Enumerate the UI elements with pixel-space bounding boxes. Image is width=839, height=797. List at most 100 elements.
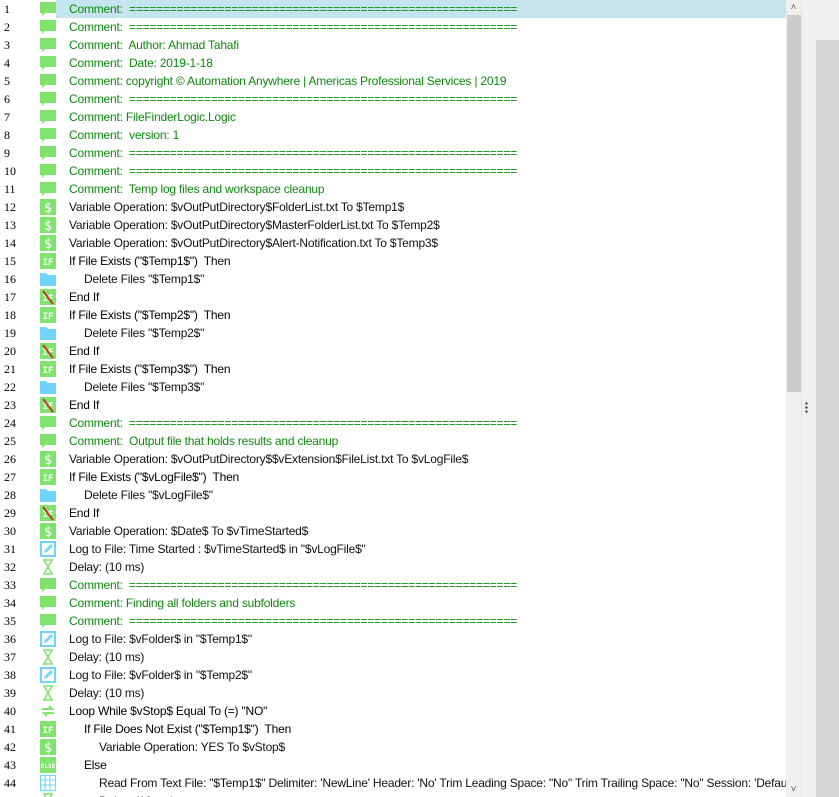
command-row[interactable]: 7 Comment: FileFinderLogic.Logic: [0, 108, 786, 126]
command-row[interactable]: 14 $ Variable Operation: $vOutPutDirectory…: [0, 234, 786, 252]
line-number: 42: [4, 740, 16, 754]
command-list[interactable]: 1 Comment: ==============================…: [0, 0, 786, 797]
command-row[interactable]: 5 Comment: copyright © Automation Anywher…: [0, 72, 786, 90]
splitter-grip-icon: ▪ ▪ ▪: [805, 399, 808, 416]
line-number: 8: [4, 128, 10, 142]
command-row[interactable]: 39 Delay: (10 ms): [0, 684, 786, 702]
command-row[interactable]: 44 Read From Text File: "$Temp1$" Delimit…: [0, 774, 786, 792]
scroll-up-button[interactable]: ˄: [786, 0, 801, 15]
command-text: If File Exists ("$Temp3$") Then: [69, 362, 231, 376]
command-row[interactable]: 28 Delete Files "$vLogFile$": [0, 486, 786, 504]
scroll-down-button[interactable]: ˅: [786, 782, 801, 797]
table-icon: [40, 775, 56, 791]
command-text: Delay: (10 ms): [69, 650, 145, 664]
command-text: Comment: ===============================…: [69, 614, 518, 628]
command-row[interactable]: 45 Delay: (10 ms): [0, 792, 786, 797]
line-number: 41: [4, 722, 16, 736]
command-row[interactable]: 18 IF If File Exists ("$Temp2$") Then: [0, 306, 786, 324]
line-number: 45: [4, 792, 16, 797]
command-row[interactable]: 3 Comment: Author: Ahmad Tahafi: [0, 36, 786, 54]
command-text: Log to File: $vFolder$ in "$Temp2$": [69, 668, 252, 682]
vertical-scrollbar[interactable]: ˄ ˅: [786, 0, 801, 797]
command-row[interactable]: 24 Comment: =============================…: [0, 414, 786, 432]
command-row[interactable]: 41 IF If File Does Not Exist ("$Temp1$") T…: [0, 720, 786, 738]
command-row[interactable]: 43 ELSE Else: [0, 756, 786, 774]
folder-icon: [40, 325, 56, 341]
comment-icon: [40, 91, 56, 107]
line-number: 34: [4, 596, 16, 610]
command-row[interactable]: 2 Comment: ==============================…: [0, 18, 786, 36]
command-row[interactable]: 16 Delete Files "$Temp1$": [0, 270, 786, 288]
command-text: Delay: (10 ms): [69, 686, 145, 700]
svg-text:$: $: [44, 741, 52, 755]
line-number: 17: [4, 290, 16, 304]
command-row[interactable]: 21 IF If File Exists ("$Temp3$") Then: [0, 360, 786, 378]
command-text: Variable Operation: $vOutPutDirectory$Fo…: [69, 200, 405, 214]
command-text: Delay: (10 ms): [69, 560, 145, 574]
log-file-icon: [40, 631, 56, 647]
command-row[interactable]: 27 IF If File Exists ("$vLogFile$") Then: [0, 468, 786, 486]
command-row[interactable]: 38 Log to File: $vFolder$ in "$Temp2$": [0, 666, 786, 684]
command-row[interactable]: 8 Comment: version: 1: [0, 126, 786, 144]
command-row[interactable]: 29 IF End If: [0, 504, 786, 522]
line-number: 25: [4, 434, 16, 448]
command-row[interactable]: 35 Comment: =============================…: [0, 612, 786, 630]
command-row[interactable]: 33 Comment: =============================…: [0, 576, 786, 594]
line-number: 14: [4, 236, 16, 250]
command-row[interactable]: 1 Comment: ==============================…: [0, 0, 786, 18]
command-row[interactable]: 30 $ Variable Operation: $Date$ To $vTimeS…: [0, 522, 786, 540]
command-text: If File Exists ("$Temp2$") Then: [69, 308, 231, 322]
command-row[interactable]: 22 Delete Files "$Temp3$": [0, 378, 786, 396]
command-row[interactable]: 4 Comment: Date: 2019-1-18: [0, 54, 786, 72]
dollar-icon: $: [40, 235, 56, 252]
command-text: Comment: ===============================…: [69, 92, 518, 106]
command-row[interactable]: 12 $ Variable Operation: $vOutPutDirectory…: [0, 198, 786, 216]
command-row[interactable]: 42 $ Variable Operation: YES To $vStop$: [0, 738, 786, 756]
command-row[interactable]: 31 Log to File: Time Started : $vTimeStar…: [0, 540, 786, 558]
comment-icon: [40, 19, 56, 35]
panel-splitter[interactable]: ▪ ▪ ▪: [801, 0, 817, 797]
line-number: 27: [4, 470, 16, 484]
command-row[interactable]: 9 Comment: ==============================…: [0, 144, 786, 162]
comment-icon: [40, 415, 56, 431]
command-row[interactable]: 6 Comment: ==============================…: [0, 90, 786, 108]
command-row[interactable]: 23 IF End If: [0, 396, 786, 414]
comment-icon: [40, 55, 56, 71]
scrollbar-thumb[interactable]: [787, 15, 801, 392]
line-number: 24: [4, 416, 16, 430]
command-text: Comment: copyright © Automation Anywhere…: [69, 74, 507, 88]
command-row[interactable]: 19 Delete Files "$Temp2$": [0, 324, 786, 342]
command-row[interactable]: 10 Comment: =============================…: [0, 162, 786, 180]
svg-text:IF: IF: [43, 366, 54, 376]
command-row[interactable]: 37 Delay: (10 ms): [0, 648, 786, 666]
command-row[interactable]: 26 $ Variable Operation: $vOutPutDirectory…: [0, 450, 786, 468]
command-text: Comment: ===============================…: [69, 416, 518, 430]
comment-icon: [40, 433, 56, 449]
command-row[interactable]: 25 Comment: Output file that holds result…: [0, 432, 786, 450]
command-row[interactable]: 40 Loop While $vStop$ Equal To (=) "NO": [0, 702, 786, 720]
command-row[interactable]: 36 Log to File: $vFolder$ in "$Temp1$": [0, 630, 786, 648]
command-row[interactable]: 32 Delay: (10 ms): [0, 558, 786, 576]
right-panel-content: [816, 40, 839, 797]
dollar-icon: $: [40, 217, 56, 234]
command-text: Delete Files "$Temp2$": [84, 326, 205, 340]
command-row[interactable]: 17 IF End If: [0, 288, 786, 306]
line-number: 4: [4, 56, 10, 70]
comment-icon: [40, 37, 56, 53]
line-number: 44: [4, 776, 16, 790]
else-icon: ELSE: [40, 757, 56, 773]
svg-text:$: $: [44, 453, 52, 467]
line-number: 16: [4, 272, 16, 286]
command-row[interactable]: 34 Comment: Finding all folders and subfo…: [0, 594, 786, 612]
command-row[interactable]: 20 IF End If: [0, 342, 786, 360]
svg-text:IF: IF: [43, 312, 54, 322]
command-row[interactable]: 13 $ Variable Operation: $vOutPutDirectory…: [0, 216, 786, 234]
line-number: 35: [4, 614, 16, 628]
command-text: Log to File: Time Started : $vTimeStarte…: [69, 542, 366, 556]
line-number: 43: [4, 758, 16, 772]
command-text: If File Exists ("$vLogFile$") Then: [69, 470, 240, 484]
command-row[interactable]: 11 Comment: Temp log files and workspace …: [0, 180, 786, 198]
command-row[interactable]: 15 IF If File Exists ("$Temp1$") Then: [0, 252, 786, 270]
line-number: 12: [4, 200, 16, 214]
line-number: 11: [4, 182, 16, 196]
